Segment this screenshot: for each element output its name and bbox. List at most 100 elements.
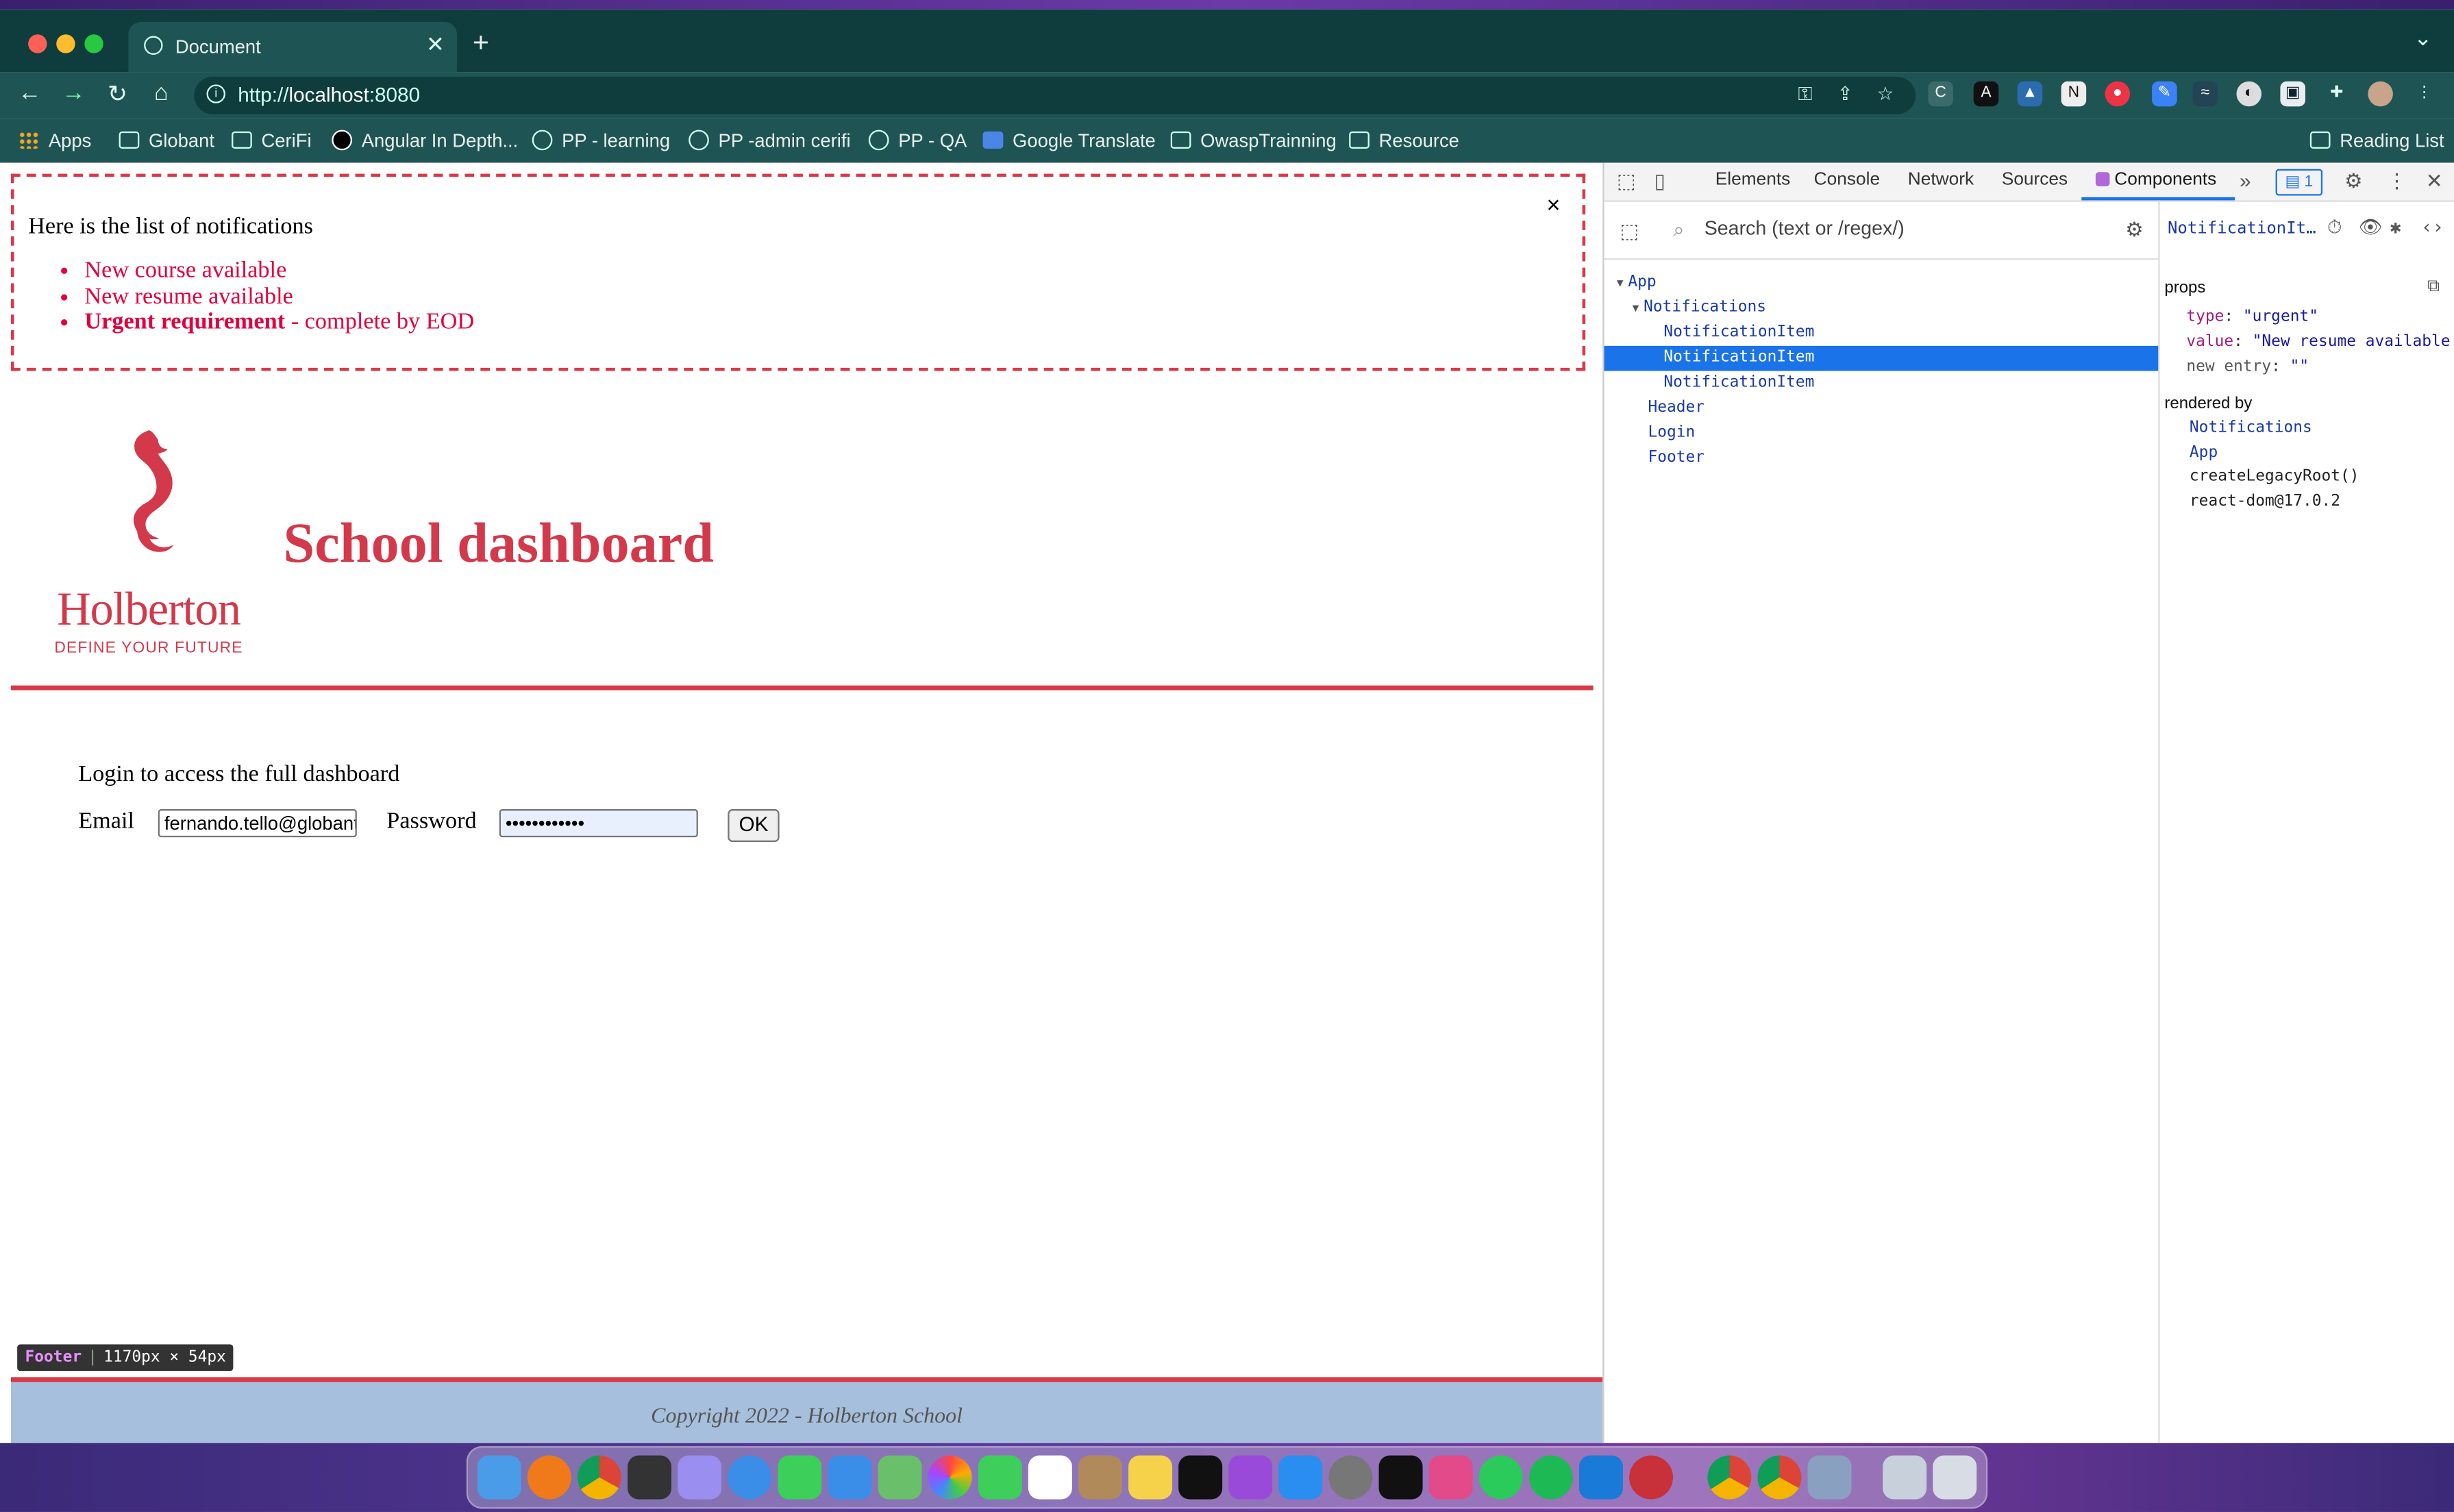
browser-tab[interactable]: Document ✕	[128, 21, 458, 73]
apple-tv-icon[interactable]	[1178, 1455, 1223, 1500]
close-tab-icon[interactable]: ✕	[426, 32, 445, 58]
bookmark-globant[interactable]: Globant	[119, 130, 214, 152]
tab-network[interactable]: Network	[1908, 171, 1974, 189]
ok-button[interactable]: OK	[728, 809, 780, 843]
home-icon[interactable]: ⌂	[147, 80, 175, 107]
photos-icon[interactable]	[928, 1455, 972, 1500]
facetime-icon[interactable]	[978, 1455, 1022, 1500]
puzzle-extensions-icon[interactable]: ✚	[2324, 82, 2349, 107]
more-tabs-chevron-icon[interactable]: »	[2240, 169, 2251, 193]
zoom-window-button[interactable]	[84, 34, 103, 53]
tree-node-notificationitem[interactable]: NotificationItem	[1663, 371, 1814, 396]
chrome-menu-icon[interactable]: ⋮	[2412, 82, 2437, 107]
messages-icon[interactable]	[778, 1455, 822, 1500]
tab-components[interactable]: Components	[2095, 171, 2216, 189]
prop-value[interactable]: value: "New resume available	[2186, 334, 2450, 351]
podcasts-icon[interactable]	[1228, 1455, 1273, 1500]
minimize-window-button[interactable]	[56, 34, 75, 53]
bookmark-star-icon[interactable]: ☆	[1877, 83, 1894, 105]
chrome-icon[interactable]	[1757, 1455, 1802, 1500]
bookmark-google-translate[interactable]: Google Translate	[982, 130, 1156, 152]
forward-arrow-icon[interactable]: →	[60, 80, 88, 107]
device-toolbar-icon[interactable]: ▯	[1654, 169, 1665, 195]
tab-search-chevron-icon[interactable]: ⌄	[2414, 25, 2432, 52]
reload-icon[interactable]: ↻	[103, 80, 132, 108]
calendar-icon[interactable]	[1028, 1455, 1072, 1500]
chrome-icon[interactable]	[577, 1455, 621, 1500]
issues-badge[interactable]: ▤ 1	[2275, 169, 2323, 196]
address-bar[interactable]: i http://localhost:8080 ⚿ ⇪ ☆	[194, 76, 1916, 114]
preview-icon[interactable]	[1807, 1455, 1852, 1500]
bookmark-pp-admin-cerifi[interactable]: PP -admin cerifi	[689, 129, 851, 152]
tree-node-notificationitem[interactable]: NotificationItem	[1663, 321, 1814, 346]
launchpad-icon[interactable]	[678, 1455, 722, 1500]
stopwatch-icon[interactable]: ⏱	[2327, 216, 2342, 239]
contacts-icon[interactable]	[1078, 1455, 1122, 1500]
bookmark-resource[interactable]: Resource	[1349, 130, 1459, 152]
profile-avatar[interactable]	[2368, 81, 2393, 107]
key-icon[interactable]: ⚿	[1798, 83, 1813, 106]
view-source-icon[interactable]: ‹›	[2421, 216, 2444, 238]
email-field[interactable]: fernando.tello@globant	[158, 809, 357, 838]
reading-list-button[interactable]: Reading List	[2309, 130, 2444, 152]
finder-icon[interactable]	[477, 1455, 521, 1500]
whatsapp-icon[interactable]	[1478, 1455, 1523, 1500]
slack-icon[interactable]	[1428, 1455, 1473, 1500]
tab-console[interactable]: Console	[1814, 171, 1880, 189]
tree-node-notifications[interactable]: ▼ Notifications	[1633, 296, 1766, 321]
extension-n-icon[interactable]: N	[2061, 81, 2087, 107]
prop-new-entry[interactable]: new entry: ""	[2186, 358, 2309, 375]
devtools-menu-icon[interactable]: ⋮	[2387, 169, 2407, 195]
select-component-icon[interactable]: ⬚	[1620, 219, 1639, 245]
downloads-folder-icon[interactable]	[1883, 1455, 1927, 1500]
site-info-icon[interactable]: i	[206, 84, 225, 103]
spotify-icon[interactable]	[1528, 1455, 1573, 1500]
firefox-icon[interactable]	[527, 1455, 571, 1500]
extension-box-icon[interactable]: ▣	[2280, 81, 2305, 107]
vscode-icon[interactable]	[1579, 1455, 1623, 1500]
settings-gear-icon[interactable]: ⚙	[2344, 169, 2363, 195]
bookmark-angular-in-depth[interactable]: Angular In Depth...	[332, 129, 518, 152]
tab-elements[interactable]: Elements	[1715, 171, 1791, 189]
extension-pen-icon[interactable]: ✎	[2152, 81, 2177, 107]
bookmark-owasptrainning[interactable]: OwaspTrainning	[1170, 130, 1337, 152]
app-g-icon[interactable]	[628, 1455, 672, 1500]
component-settings-gear-icon[interactable]: ⚙	[2125, 218, 2144, 243]
extension-a-icon[interactable]: A	[1973, 81, 1999, 107]
holberton-app-icon[interactable]	[1629, 1455, 1674, 1500]
copy-props-icon[interactable]: ⧉	[2427, 275, 2440, 297]
component-search-input[interactable]: Search (text or /regex/)	[1705, 218, 1905, 240]
mail-icon[interactable]	[828, 1455, 872, 1500]
share-icon[interactable]: ⇪	[1837, 83, 1853, 105]
tree-node-header[interactable]: Header	[1648, 396, 1705, 421]
rendered-by-notifications[interactable]: Notifications	[2190, 419, 2312, 436]
app-store-icon[interactable]	[1278, 1455, 1323, 1500]
tree-node-login[interactable]: Login	[1648, 421, 1696, 447]
close-devtools-icon[interactable]: ✕	[2426, 169, 2443, 195]
new-tab-button[interactable]: +	[473, 27, 489, 60]
bookmark-cerifi[interactable]: CeriFi	[232, 130, 312, 152]
extension-triangle-icon[interactable]: ▲	[2017, 81, 2043, 107]
terminal-icon[interactable]	[1378, 1455, 1423, 1500]
chrome-icon[interactable]	[1707, 1455, 1752, 1500]
bookmark-pp-learning[interactable]: PP - learning	[532, 129, 670, 152]
eye-icon[interactable]: 👁	[2359, 216, 2383, 238]
extension-icon[interactable]: C	[1928, 81, 1953, 107]
extension-red-icon[interactable]: ●	[2105, 81, 2131, 107]
close-notifications-button[interactable]: ×	[1547, 193, 1561, 219]
tab-sources[interactable]: Sources	[2002, 171, 2068, 189]
bug-icon[interactable]: ✱	[2390, 216, 2401, 238]
inspect-element-icon[interactable]: ⬚	[1617, 169, 1636, 195]
bookmark-pp-qa[interactable]: PP - QA	[868, 129, 967, 152]
close-window-button[interactable]	[28, 34, 47, 53]
extension-circle-icon[interactable]: ◐	[2236, 81, 2262, 107]
rendered-by-app[interactable]: App	[2190, 445, 2218, 462]
safari-icon[interactable]	[728, 1455, 772, 1500]
tree-node-footer[interactable]: Footer	[1648, 446, 1705, 471]
bookmark-apps[interactable]: Apps	[18, 130, 91, 152]
tree-node-notificationitem-selected[interactable]: NotificationItem	[1604, 345, 2159, 371]
notes-icon[interactable]	[1128, 1455, 1173, 1500]
back-arrow-icon[interactable]: ←	[16, 80, 44, 107]
system-preferences-icon[interactable]	[1328, 1455, 1373, 1500]
extension-wave-icon[interactable]: ≈	[2192, 81, 2218, 107]
